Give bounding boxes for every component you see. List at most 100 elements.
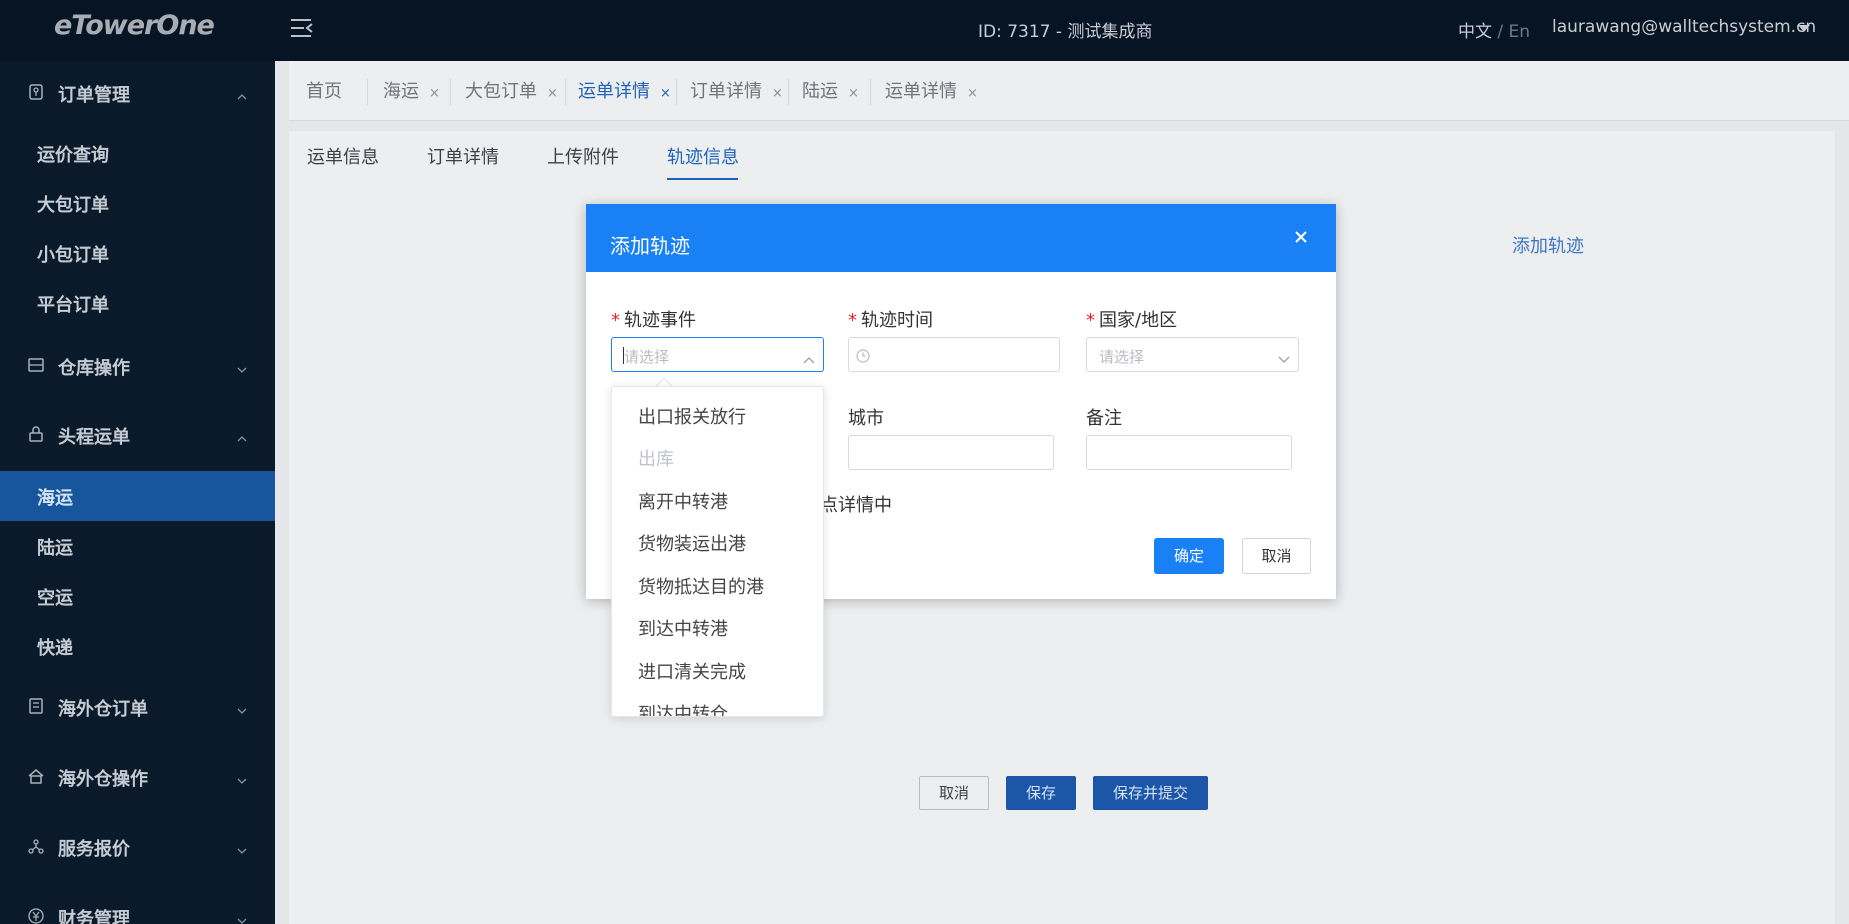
dropdown-option[interactable]: 到达中转仓 [612,694,823,716]
confirm-button[interactable]: 确定 [1154,538,1224,574]
tab-waybill-detail-active[interactable]: 运单详情 × [578,77,671,105]
tab-divider [676,79,677,105]
sidebar-item-parcel-orders[interactable]: 小包订单 [0,228,275,278]
tab-order-detail[interactable]: 订单详情 × [690,77,783,105]
sidebar-group-warehouse[interactable]: 仓库操作 [0,338,275,394]
house-icon [28,768,44,784]
tab-waybill-detail-2[interactable]: 运单详情 × [885,77,978,105]
dropdown-option[interactable]: 货物抵达目的港 [612,567,823,609]
sidebar-item-label: 运价查询 [37,145,109,166]
partial-hint-text: 点详情中 [820,495,892,516]
sidebar-group-label: 海外仓操作 [58,769,148,790]
tab-divider [565,79,566,105]
menu-collapse-icon[interactable] [290,17,314,39]
dropdown-option[interactable]: 货物装运出港 [612,524,823,566]
add-track-link[interactable]: 添加轨迹 [1512,232,1584,258]
dropdown-option[interactable]: 到达中转港 [612,609,823,651]
country-select-placeholder: 请选择 [1099,348,1145,366]
remark-input[interactable] [1086,435,1292,470]
footer-save-button[interactable]: 保存 [1006,776,1076,810]
event-select[interactable]: 请选择 [611,337,824,372]
lang-en[interactable]: En [1509,22,1531,42]
lang-separator: / [1492,22,1509,42]
chevron-down-icon [237,701,247,714]
lang-zh[interactable]: 中文 [1458,22,1492,42]
sidebar-group-finance[interactable]: 财务管理 [0,889,275,924]
sidebar-item-land[interactable]: 陆运 [0,521,275,571]
country-select[interactable]: 请选择 [1086,337,1299,372]
tab-close-icon[interactable]: × [660,86,671,101]
remark-field-label: 备注 [1086,408,1122,429]
country-field-label: * 国家/地区 [1086,306,1177,332]
chevron-up-icon [237,87,247,100]
dropdown-option[interactable]: 离开中转港 [612,482,823,524]
clock-icon [856,348,870,363]
sidebar-group-overseas-orders[interactable]: 海外仓订单 [0,679,275,735]
order-icon [28,84,44,100]
user-email[interactable]: laurawang@walltechsystem.cn [1552,17,1816,37]
network-icon [28,838,44,854]
time-field-label: * 轨迹时间 [848,306,933,332]
event-select-placeholder: 请选择 [624,348,670,366]
language-switch[interactable]: 中文 / En [1458,17,1530,42]
required-mark: * [1086,310,1095,331]
sidebar-item-label: 陆运 [37,538,73,559]
cancel-button[interactable]: 取消 [1242,538,1311,574]
modal-title: 添加轨迹 [610,234,690,258]
sidebar-group-pricing[interactable]: 服务报价 [0,819,275,875]
tab-bulk-orders[interactable]: 大包订单 × [465,77,558,105]
tab-divider [870,79,871,105]
tab-label: 海运 [383,81,419,102]
dropdown-option-disabled: 出库 [638,449,674,470]
subtab-order-detail[interactable]: 订单详情 [427,143,499,169]
user-dropdown-caret-icon[interactable] [1798,25,1810,32]
dropdown-option[interactable]: 出口报关放行 [612,397,823,439]
sidebar-group-orders[interactable]: 订单管理 [0,65,275,121]
sidebar-group-label: 服务报价 [58,839,130,860]
sidebar-item-label: 平台订单 [37,295,109,316]
sidebar-item-express[interactable]: 快递 [0,621,275,671]
sidebar-item-bulk-orders[interactable]: 大包订单 [0,178,275,228]
subtab-tracking-info[interactable]: 轨迹信息 [667,143,739,169]
app-logo: eTowerOne [54,10,215,41]
tab-close-icon[interactable]: × [772,86,783,101]
sidebar-item-label: 快递 [37,638,73,659]
chevron-down-icon [1278,350,1290,363]
chevron-down-icon [237,911,247,924]
sidebar-group-label: 头程运单 [58,427,130,448]
tab-label: 陆运 [802,81,838,102]
footer-cancel-button[interactable]: 取消 [919,776,989,810]
sidebar-item-sea[interactable]: 海运 [0,471,275,521]
tab-close-icon[interactable]: × [848,86,859,101]
tab-sea[interactable]: 海运 × [383,77,440,105]
tab-close-icon[interactable]: × [547,86,558,101]
event-field-label: * 轨迹事件 [611,306,696,332]
chevron-down-icon [237,771,247,784]
sidebar-group-label: 财务管理 [58,909,130,924]
tab-close-icon[interactable]: × [429,86,440,101]
tab-label: 首页 [306,81,342,102]
sidebar-group-label: 订单管理 [58,85,130,106]
time-picker[interactable] [848,337,1060,372]
dropdown-option[interactable]: 进口清关完成 [612,652,823,694]
tab-label: 运单详情 [885,81,957,102]
warehouse-icon [28,357,44,373]
footer-save-submit-button[interactable]: 保存并提交 [1093,776,1208,810]
close-icon[interactable] [1292,228,1310,246]
tab-land[interactable]: 陆运 × [802,77,859,105]
system-id: ID: 7317 - 测试集成商 [978,22,1153,42]
sidebar-group-first-leg[interactable]: 头程运单 [0,407,275,463]
tab-divider [367,79,368,105]
receipt-icon [28,698,44,714]
tab-home[interactable]: 首页 [306,77,342,105]
subtab-waybill-info[interactable]: 运单信息 [307,143,379,169]
chevron-up-icon [237,429,247,442]
subtab-attachments[interactable]: 上传附件 [547,143,619,169]
tab-close-icon[interactable]: × [967,86,978,101]
sidebar-group-overseas-ops[interactable]: 海外仓操作 [0,749,275,805]
sidebar-item-rate-query[interactable]: 运价查询 [0,128,275,178]
city-input[interactable] [848,435,1054,470]
sidebar-item-platform-orders[interactable]: 平台订单 [0,278,275,328]
sidebar-item-air[interactable]: 空运 [0,571,275,621]
lock-icon [28,426,44,442]
